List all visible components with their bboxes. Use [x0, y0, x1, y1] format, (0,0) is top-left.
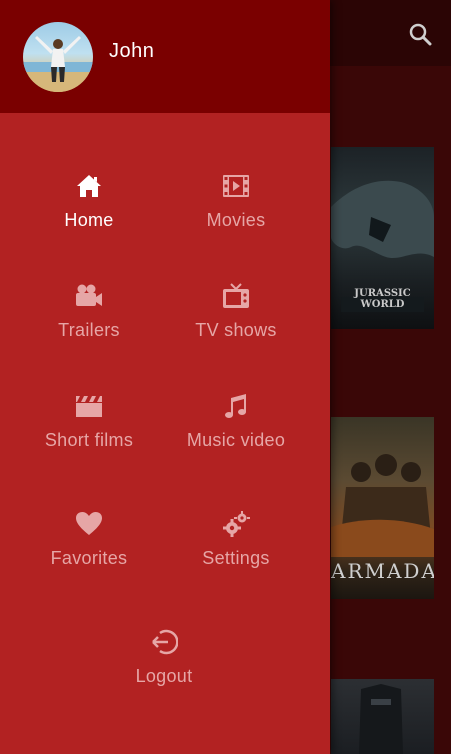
- menu-item-home[interactable]: Home: [14, 172, 164, 252]
- avatar[interactable]: [23, 22, 93, 92]
- clapperboard-icon: [76, 396, 102, 417]
- menu-item-music-video[interactable]: Music video: [161, 392, 311, 472]
- music-note-icon: [225, 394, 246, 418]
- poster-caption: ARMADA: [331, 559, 434, 583]
- menu-item-movies[interactable]: Movies: [161, 172, 311, 252]
- cogs-icon: [223, 511, 250, 537]
- menu-item-label: TV shows: [195, 320, 277, 340]
- drawer-header: John: [0, 0, 330, 113]
- user-name: John: [109, 40, 155, 62]
- menu-item-favorites[interactable]: Favorites: [14, 510, 164, 590]
- menu-item-short-films[interactable]: Short films: [14, 392, 164, 472]
- menu-item-label: Home: [64, 210, 114, 230]
- video-camera-icon: [76, 284, 102, 306]
- navigation-drawer: John Home Movies Trailers TV shows Short…: [0, 0, 330, 754]
- search-icon[interactable]: [408, 22, 432, 46]
- menu-item-label: Short films: [44, 430, 134, 450]
- movie-poster[interactable]: ARMADA: [331, 417, 434, 599]
- poster-caption: JURASSIC WORLD: [354, 288, 411, 310]
- menu-item-label: Favorites: [50, 548, 128, 568]
- menu-item-label: Music video: [186, 430, 286, 450]
- tv-icon: [223, 283, 249, 308]
- film-icon: [223, 175, 249, 197]
- movie-poster[interactable]: JURASSIC WORLD: [331, 147, 434, 329]
- heart-icon: [76, 512, 102, 535]
- menu-item-tv-shows[interactable]: TV shows: [161, 282, 311, 362]
- menu-item-trailers[interactable]: Trailers: [14, 282, 164, 362]
- menu-item-label: Movies: [206, 210, 266, 230]
- menu-item-settings[interactable]: Settings: [161, 510, 311, 590]
- home-icon: [77, 175, 101, 197]
- menu-item-label: Settings: [202, 548, 270, 568]
- avatar-photo: [23, 36, 93, 92]
- logout-button[interactable]: Logout: [89, 628, 239, 708]
- logout-label: Logout: [135, 666, 193, 686]
- movie-poster[interactable]: [331, 679, 434, 754]
- logout-icon: [152, 629, 178, 655]
- menu-item-label: Trailers: [58, 320, 120, 340]
- robot-artwork: [359, 684, 403, 754]
